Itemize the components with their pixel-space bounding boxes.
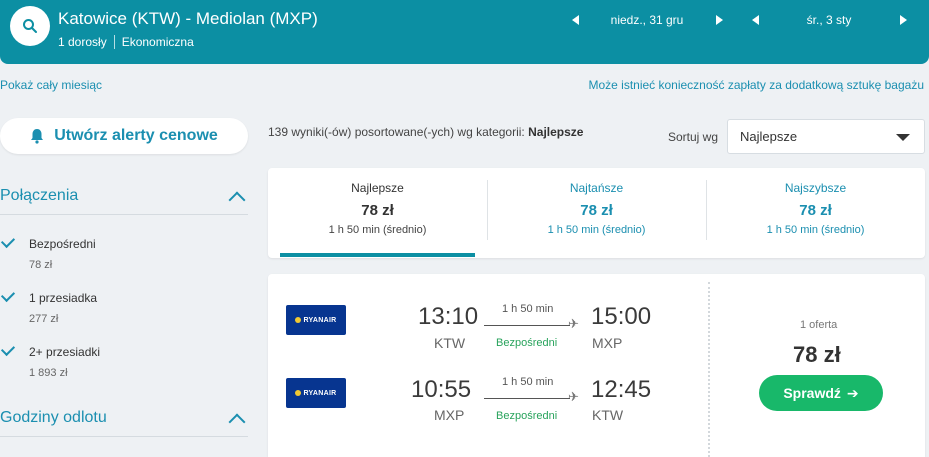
chevron-right-icon xyxy=(715,15,723,25)
checkbox-checked-icon[interactable] xyxy=(0,233,16,249)
tab-price: 78 zł xyxy=(580,202,613,219)
check-deal-label: Sprawdź xyxy=(783,385,841,401)
arrow-right-icon: ➔ xyxy=(846,384,859,401)
next-return-date-button[interactable] xyxy=(896,12,910,28)
ryanair-harp-icon xyxy=(295,317,302,323)
passengers-count: 1 dorosły xyxy=(58,35,107,49)
chevron-up-icon[interactable] xyxy=(228,191,246,209)
next-depart-date-button[interactable] xyxy=(712,12,726,28)
search-summary-header: Katowice (KTW) - Mediolan (MXP) 1 dorosł… xyxy=(0,0,929,64)
inbound-arrive-airport: KTW xyxy=(592,407,624,423)
checkbox-checked-icon[interactable] xyxy=(0,287,16,303)
filter-label: Bezpośredni xyxy=(29,237,96,251)
sort-tabs: Najlepsze 78 zł 1 h 50 min (średnio) Naj… xyxy=(268,168,925,258)
inbound-duration: 1 h 50 min xyxy=(502,376,554,388)
sort-label: Sortuj wg xyxy=(668,130,719,144)
check-deal-button[interactable]: Sprawdź ➔ xyxy=(759,375,883,411)
tab-duration: 1 h 50 min (średnio) xyxy=(328,224,427,236)
chevron-up-icon[interactable] xyxy=(228,413,246,431)
search-icon xyxy=(23,19,37,33)
inbound-depart-time: 10:55 xyxy=(411,376,472,403)
outbound-depart-airport: KTW xyxy=(434,335,466,351)
result-price: 78 zł xyxy=(793,342,841,367)
results-count-text: 139 wyniki(-ów) posortowane(-ych) wg kat… xyxy=(268,125,525,139)
details-separator xyxy=(113,35,115,49)
cabin-class: Ekonomiczna xyxy=(121,35,194,49)
outbound-arrive-airport: MXP xyxy=(592,335,623,351)
plane-icon: ✈ xyxy=(568,316,579,331)
plane-icon: ✈ xyxy=(568,389,579,404)
search-button[interactable] xyxy=(10,6,50,46)
outbound-duration: 1 h 50 min xyxy=(502,303,554,315)
prev-return-date-button[interactable] xyxy=(748,12,762,28)
connections-section-title[interactable]: Połączenia xyxy=(0,187,78,205)
checkbox-checked-icon[interactable] xyxy=(0,341,16,357)
filter-price: 1 893 zł xyxy=(29,367,68,379)
active-tab-indicator xyxy=(280,253,475,257)
show-month-link[interactable]: Pokaż cały miesiąc xyxy=(0,78,102,92)
flight-result-card[interactable]: RYANAIR 13:10 KTW 1 h 50 min ✈ Bezpośred… xyxy=(268,274,925,457)
tab-duration: 1 h 50 min (średnio) xyxy=(547,224,646,236)
prev-depart-date-button[interactable] xyxy=(568,12,582,28)
inbound-stops: Bezpośredni xyxy=(496,410,558,422)
airline-logo-text: RYANAIR xyxy=(303,316,337,324)
filter-label: 1 przesiadka xyxy=(29,291,98,305)
airline-logo: RYANAIR xyxy=(286,378,346,408)
card-divider xyxy=(708,282,710,457)
caret-down-icon xyxy=(896,134,910,141)
outbound-stops: Bezpośredni xyxy=(496,337,558,349)
filter-label: 2+ przesiadki xyxy=(29,345,101,359)
chevron-right-icon xyxy=(899,15,907,25)
chevron-left-icon xyxy=(751,15,759,25)
results-count: 139 wyniki(-ów) posortowane(-ych) wg kat… xyxy=(268,125,583,139)
search-details: 1 dorosły Ekonomiczna xyxy=(58,35,194,49)
tab-duration: 1 h 50 min (średnio) xyxy=(766,224,865,236)
section-divider xyxy=(0,436,248,437)
return-date[interactable]: śr., 3 sty xyxy=(762,13,896,27)
airline-logo: RYANAIR xyxy=(286,305,346,335)
sort-select[interactable]: Najlepsze xyxy=(727,119,925,154)
departure-times-section-title[interactable]: Godziny odlotu xyxy=(0,409,107,427)
tab-fastest[interactable]: Najszybsze 78 zł 1 h 50 min (średnio) xyxy=(706,168,925,258)
alert-button-label: Utwórz alerty cenowe xyxy=(54,127,218,144)
results-sort-category: Najlepsze xyxy=(528,125,584,139)
tab-name: Najlepsze xyxy=(351,181,404,195)
ryanair-harp-icon xyxy=(295,390,302,396)
baggage-fee-link[interactable]: Może istnieć konieczność zapłaty za doda… xyxy=(588,78,924,92)
create-price-alert-button[interactable]: Utwórz alerty cenowe xyxy=(0,118,248,154)
section-divider xyxy=(0,214,248,215)
flight-line xyxy=(484,325,570,326)
depart-date-picker: niedz., 31 gru xyxy=(568,12,726,28)
tab-cheapest[interactable]: Najtańsze 78 zł 1 h 50 min (średnio) xyxy=(487,168,706,258)
route-title[interactable]: Katowice (KTW) - Mediolan (MXP) xyxy=(58,9,318,29)
tab-price: 78 zł xyxy=(361,202,394,219)
return-date-picker: śr., 3 sty xyxy=(748,12,910,28)
bell-icon xyxy=(31,129,44,144)
depart-date[interactable]: niedz., 31 gru xyxy=(582,13,712,27)
inbound-arrive-time: 12:45 xyxy=(591,376,652,403)
tab-name: Najtańsze xyxy=(569,181,624,195)
filter-price: 78 zł xyxy=(29,259,53,271)
tab-name: Najszybsze xyxy=(784,181,847,195)
filter-price: 277 zł xyxy=(29,313,59,325)
tab-best[interactable]: Najlepsze 78 zł 1 h 50 min (średnio) xyxy=(268,168,487,258)
offers-count: 1 oferta xyxy=(800,319,838,331)
tab-price: 78 zł xyxy=(799,202,832,219)
flight-line xyxy=(484,398,570,399)
airline-logo-text: RYANAIR xyxy=(303,389,337,397)
inbound-depart-airport: MXP xyxy=(434,407,465,423)
chevron-left-icon xyxy=(571,15,579,25)
outbound-depart-time: 13:10 xyxy=(418,303,479,330)
sort-selected-value: Najlepsze xyxy=(740,129,798,144)
outbound-arrive-time: 15:00 xyxy=(591,303,652,330)
